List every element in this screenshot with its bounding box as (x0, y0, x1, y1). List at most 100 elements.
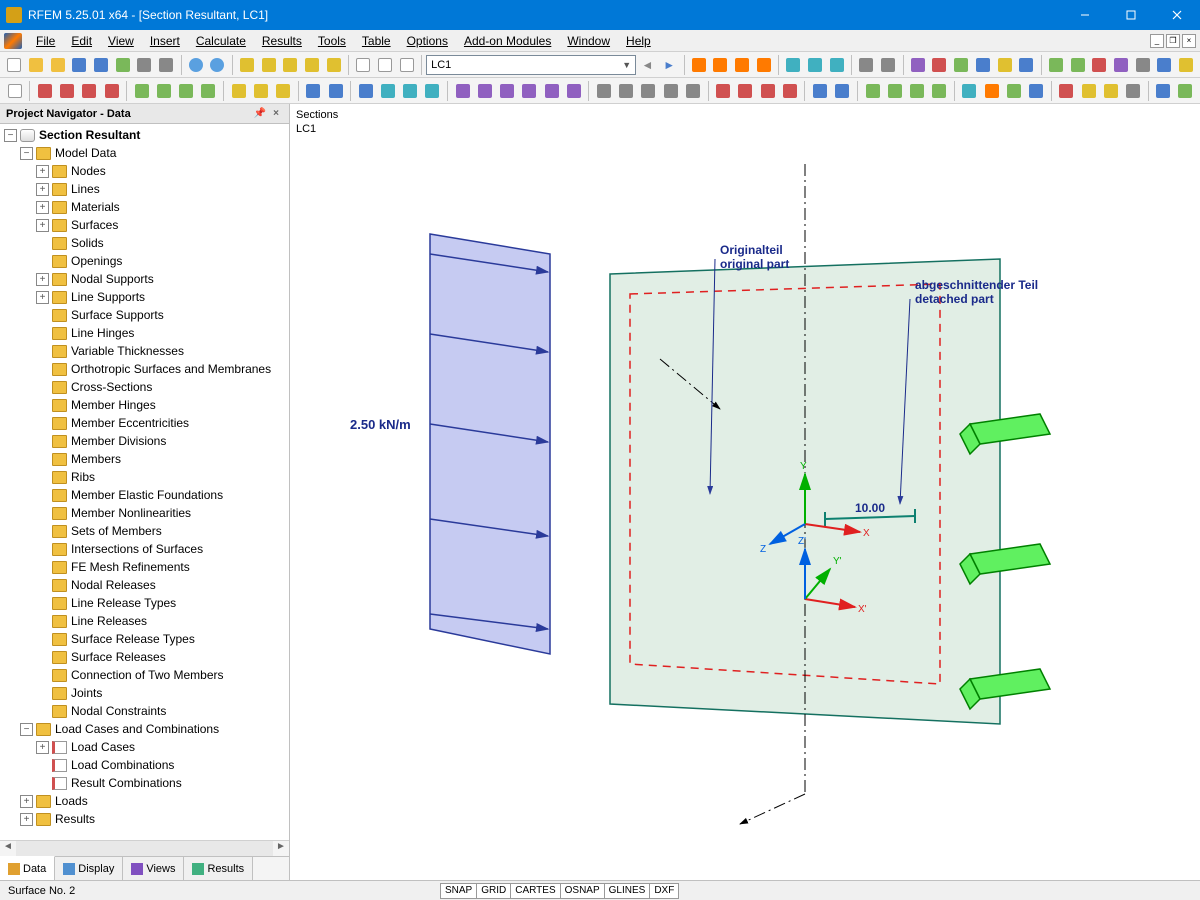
tree-item[interactable]: Member Divisions (2, 432, 287, 450)
tree-item[interactable]: +Lines (2, 180, 287, 198)
tb2-m2-icon[interactable] (1078, 80, 1099, 102)
tb-check2-icon[interactable] (805, 54, 826, 76)
scroll-left-icon[interactable]: ◄ (0, 841, 16, 856)
tree-item[interactable]: Ribs (2, 468, 287, 486)
tb2-s1-icon[interactable] (131, 80, 152, 102)
tree-item[interactable]: Line Hinges (2, 324, 287, 342)
menu-addons[interactable]: Add-on Modules (456, 32, 559, 50)
tb2-m1-icon[interactable] (1056, 80, 1077, 102)
tree-item[interactable]: Member Eccentricities (2, 414, 287, 432)
pin-icon[interactable]: 📌 (253, 107, 267, 121)
tb-printpreview-icon[interactable] (156, 54, 177, 76)
tb2-a2-icon[interactable] (981, 80, 1002, 102)
expand-icon[interactable]: + (20, 795, 33, 808)
tree-item[interactable]: Solids (2, 234, 287, 252)
tb-tool7-icon[interactable] (1176, 54, 1197, 76)
tree-item[interactable]: +Nodes (2, 162, 287, 180)
tb-copy-icon[interactable] (112, 54, 133, 76)
tb-save-icon[interactable] (69, 54, 90, 76)
menu-help[interactable]: Help (618, 32, 659, 50)
minimize-button[interactable] (1062, 0, 1108, 30)
tab-data[interactable]: Data (0, 856, 55, 880)
menu-view[interactable]: View (100, 32, 142, 50)
expand-icon[interactable]: + (36, 291, 49, 304)
tb-tool4-icon[interactable] (1111, 54, 1132, 76)
tb2-x2-icon[interactable] (1175, 80, 1196, 102)
tree-results[interactable]: + Results (2, 810, 287, 828)
tb-grid2-icon[interactable] (878, 54, 899, 76)
tb2-ld1-icon[interactable] (452, 80, 473, 102)
tree-item[interactable]: Orthotropic Surfaces and Membranes (2, 360, 287, 378)
tb-mod3-icon[interactable] (951, 54, 972, 76)
tree-item[interactable]: Members (2, 450, 287, 468)
tb2-h1-icon[interactable] (303, 80, 324, 102)
osnap-toggle[interactable]: OSNAP (560, 883, 605, 899)
tb2-a1-icon[interactable] (959, 80, 980, 102)
tb-mod2-icon[interactable] (929, 54, 950, 76)
tb2-ld2-icon[interactable] (474, 80, 495, 102)
tb-open-icon[interactable] (26, 54, 47, 76)
tb-fx-icon[interactable] (397, 54, 418, 76)
tb2-node-icon[interactable] (34, 80, 55, 102)
tb2-member-icon[interactable] (79, 80, 100, 102)
tree-hscroll[interactable]: ◄ ► (0, 840, 289, 856)
menu-table[interactable]: Table (354, 32, 399, 50)
tree-item[interactable]: +Surfaces (2, 216, 287, 234)
tb2-v5-icon[interactable] (682, 80, 703, 102)
tree-item[interactable]: Sets of Members (2, 522, 287, 540)
tb-new-icon[interactable] (4, 54, 25, 76)
tree-item[interactable]: Load Combinations (2, 756, 287, 774)
tb2-c3-icon[interactable] (906, 80, 927, 102)
tb2-v2-icon[interactable] (616, 80, 637, 102)
tb-zoom3-icon[interactable] (280, 54, 301, 76)
tb-open2-icon[interactable] (47, 54, 68, 76)
expand-icon[interactable]: + (36, 219, 49, 232)
tb-mod4-icon[interactable] (973, 54, 994, 76)
tb-check3-icon[interactable] (827, 54, 848, 76)
tree-item[interactable]: Line Release Types (2, 594, 287, 612)
expand-icon[interactable]: + (36, 201, 49, 214)
tb2-ld4-icon[interactable] (519, 80, 540, 102)
tb2-l2-icon[interactable] (377, 80, 398, 102)
tree[interactable]: − Section Resultant − Model Data +Nodes+… (0, 124, 289, 840)
close-panel-icon[interactable]: × (269, 107, 283, 121)
tb2-v1-icon[interactable] (593, 80, 614, 102)
expand-icon[interactable]: + (36, 183, 49, 196)
loadcase-combo[interactable]: LC1 ▼ (426, 55, 636, 75)
tree-item[interactable]: Member Nonlinearities (2, 504, 287, 522)
tab-views[interactable]: Views (123, 857, 184, 880)
tb2-surface-icon[interactable] (101, 80, 122, 102)
viewport[interactable]: Sections LC1 (290, 104, 1200, 880)
tb2-line-icon[interactable] (56, 80, 77, 102)
tb-results1-icon[interactable] (688, 54, 709, 76)
tb2-sup3-icon[interactable] (272, 80, 293, 102)
tb-results2-icon[interactable] (710, 54, 731, 76)
tree-item[interactable]: +Nodal Supports (2, 270, 287, 288)
tree-root[interactable]: − Section Resultant (2, 126, 287, 144)
tree-item[interactable]: Result Combinations (2, 774, 287, 792)
tb-redo-icon[interactable] (207, 54, 228, 76)
tb2-r1-icon[interactable] (809, 80, 830, 102)
collapse-icon[interactable]: − (4, 129, 17, 142)
tab-results[interactable]: Results (184, 857, 253, 880)
tb2-s4-icon[interactable] (198, 80, 219, 102)
tb2-h2-icon[interactable] (325, 80, 346, 102)
tb2-a4-icon[interactable] (1026, 80, 1047, 102)
tree-item[interactable]: Surface Supports (2, 306, 287, 324)
tree-item[interactable]: Variable Thicknesses (2, 342, 287, 360)
tb-next-icon[interactable]: ► (659, 54, 680, 76)
menu-calculate[interactable]: Calculate (188, 32, 254, 50)
tree-item[interactable]: Member Hinges (2, 396, 287, 414)
expand-icon[interactable]: + (36, 165, 49, 178)
tb2-cursor-icon[interactable] (4, 80, 25, 102)
tb2-f4-icon[interactable] (779, 80, 800, 102)
tb2-l4-icon[interactable] (422, 80, 443, 102)
scroll-right-icon[interactable]: ► (273, 841, 289, 856)
snap-toggle[interactable]: SNAP (440, 883, 477, 899)
tb-mod5-icon[interactable] (994, 54, 1015, 76)
expand-icon[interactable]: + (36, 741, 49, 754)
tree-item[interactable]: Surface Releases (2, 648, 287, 666)
tb2-sup2-icon[interactable] (250, 80, 271, 102)
tb2-m3-icon[interactable] (1100, 80, 1121, 102)
tb2-s3-icon[interactable] (176, 80, 197, 102)
